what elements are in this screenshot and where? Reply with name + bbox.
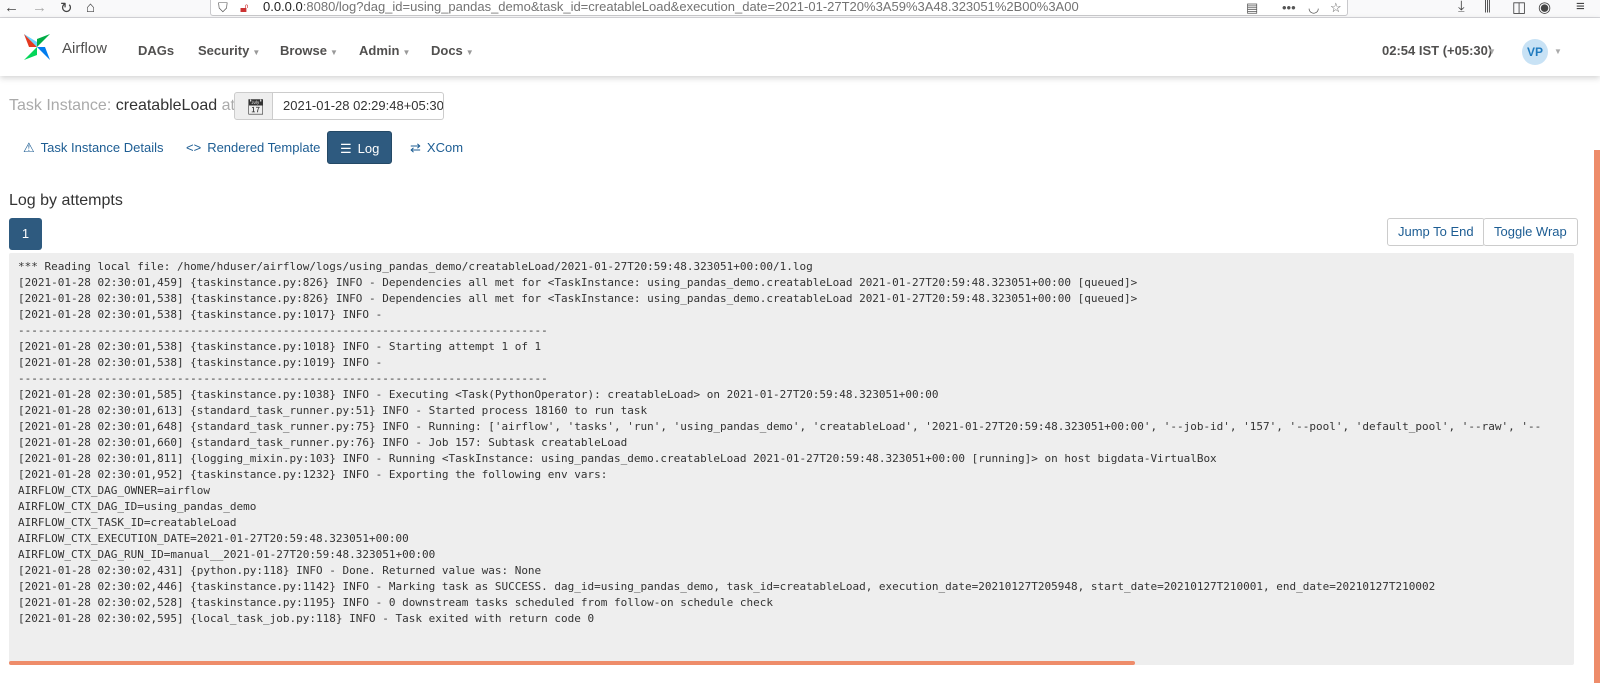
- code-icon: <>: [186, 140, 202, 155]
- chevron-down-icon: ▼: [329, 48, 338, 57]
- menu-dags-label: DAGs: [138, 43, 175, 58]
- section-title: Log by attempts: [9, 192, 123, 209]
- menu-docs[interactable]: Docs ▼: [431, 43, 474, 58]
- tab-label: XCom: [426, 140, 464, 155]
- log-line: [2021-01-28 02:30:02,446] {taskinstance.…: [18, 580, 1436, 593]
- insecure-lock-icon[interactable]: 🔓︎: [240, 0, 248, 16]
- tab-xcom[interactable]: ⇄ XCom: [410, 131, 463, 164]
- attempt-button[interactable]: 1: [9, 218, 42, 250]
- log-line: AIRFLOW_CTX_DAG_RUN_ID=manual__2021-01-2…: [18, 548, 436, 561]
- reader-view-icon[interactable]: ▤: [1246, 0, 1258, 16]
- at-label: at: [221, 97, 235, 114]
- task-id: creatableLoad: [115, 97, 218, 114]
- log-line: *** Reading local file: /home/hduser/air…: [18, 260, 813, 273]
- horizontal-scrollbar[interactable]: [9, 661, 1135, 665]
- tab-task-instance-details[interactable]: ⚠ Task Instance Details: [23, 131, 164, 164]
- pocket-icon[interactable]: ◡: [1308, 0, 1319, 16]
- log-panel[interactable]: *** Reading local file: /home/hduser/air…: [9, 253, 1574, 665]
- tab-log[interactable]: ☰ Log: [327, 131, 393, 164]
- log-line: [2021-01-28 02:30:01,538] {taskinstance.…: [18, 340, 542, 353]
- menu-security-label: Security: [198, 43, 250, 58]
- downloads-icon[interactable]: ⤓: [1458, 0, 1465, 15]
- log-line: [2021-01-28 02:30:01,952] {taskinstance.…: [18, 468, 608, 481]
- back-icon[interactable]: ←: [4, 0, 19, 16]
- log-line: [2021-01-28 02:30:01,538] {taskinstance.…: [18, 308, 389, 321]
- log-line: [2021-01-28 02:30:01,459] {taskinstance.…: [18, 276, 1138, 289]
- brand-name[interactable]: Airflow: [62, 40, 107, 57]
- log-line: AIRFLOW_CTX_EXECUTION_DATE=2021-01-27T20…: [18, 532, 409, 545]
- tab-label: Rendered Template: [207, 140, 321, 155]
- hamburger-menu-icon[interactable]: ≡: [1576, 0, 1585, 15]
- jump-to-end-button[interactable]: Jump To End: [1387, 218, 1485, 246]
- menu-browse[interactable]: Browse ▼: [280, 43, 338, 58]
- address-bar[interactable]: 0.0.0.0:8080/log?dag_id=using_pandas_dem…: [210, 0, 1348, 16]
- task-instance-label: Task Instance:: [9, 97, 112, 114]
- log-line: [2021-01-28 02:30:01,660] {standard_task…: [18, 436, 628, 449]
- log-line: AIRFLOW_CTX_DAG_ID=using_pandas_demo: [18, 500, 257, 513]
- log-line: ----------------------------------------…: [18, 372, 548, 385]
- log-line: [2021-01-28 02:30:01,613] {standard_task…: [18, 404, 648, 417]
- log-line: [2021-01-28 02:30:01,648] {standard_task…: [18, 420, 1542, 433]
- log-line: [2021-01-28 02:30:02,595] {local_task_jo…: [18, 612, 595, 625]
- page-title: Task Instance: creatableLoad at: [9, 97, 235, 115]
- menu-docs-label: Docs: [431, 43, 463, 58]
- log-line: ----------------------------------------…: [18, 324, 548, 337]
- page-actions-icon[interactable]: •••: [1282, 0, 1296, 15]
- chevron-down-icon: ▼: [1554, 47, 1562, 56]
- airflow-logo-icon[interactable]: [20, 30, 54, 64]
- log-line: [2021-01-28 02:30:01,538] {taskinstance.…: [18, 356, 389, 369]
- menu-security[interactable]: Security ▼: [198, 43, 260, 58]
- timezone-clock[interactable]: 02:54 IST (+05:30): [1382, 43, 1492, 58]
- page-scrollbar[interactable]: [1594, 150, 1600, 683]
- shield-icon[interactable]: ⛉: [218, 0, 228, 16]
- menu-admin-label: Admin: [359, 43, 400, 58]
- chevron-down-icon: ▼: [252, 48, 261, 57]
- url-path: :8080/log?dag_id=using_pandas_demo&task_…: [302, 0, 1079, 14]
- browser-toolbar: ← → ↻ ⌂ 0.0.0.0:8080/log?dag_id=using_pa…: [0, 0, 1600, 18]
- log-line: [2021-01-28 02:30:01,811] {logging_mixin…: [18, 452, 1217, 465]
- calendar-icon: 📅︎: [246, 99, 266, 116]
- log-line: [2021-01-28 02:30:01,585] {taskinstance.…: [18, 388, 939, 401]
- bookmark-star-icon[interactable]: ☆: [1330, 0, 1342, 16]
- chevron-down-icon: ▼: [1488, 47, 1496, 56]
- airflow-navbar: Airflow DAGs Security ▼ Browse ▼ Admin ▼ Do…: [0, 18, 1600, 76]
- log-content: *** Reading local file: /home/hduser/air…: [9, 253, 1574, 627]
- library-icon[interactable]: ⫼: [1484, 0, 1491, 15]
- reload-icon[interactable]: ↻: [60, 0, 73, 17]
- log-line: [2021-01-28 02:30:01,538] {taskinstance.…: [18, 292, 1138, 305]
- account-icon[interactable]: ◉: [1538, 0, 1551, 16]
- menu-admin[interactable]: Admin ▼: [359, 43, 410, 58]
- forward-icon[interactable]: →: [32, 0, 47, 16]
- toggle-wrap-button[interactable]: Toggle Wrap: [1483, 218, 1578, 246]
- home-icon[interactable]: ⌂: [86, 0, 95, 16]
- log-line: AIRFLOW_CTX_DAG_OWNER=airflow: [18, 484, 211, 497]
- chevron-down-icon: ▼: [465, 48, 474, 57]
- menu-browse-label: Browse: [280, 43, 327, 58]
- user-avatar[interactable]: VP: [1522, 39, 1548, 65]
- list-icon: ☰: [340, 141, 352, 156]
- menu-dags[interactable]: DAGs: [138, 43, 174, 58]
- exchange-icon: ⇄: [410, 140, 421, 155]
- log-line: AIRFLOW_CTX_TASK_ID=creatableLoad: [18, 516, 237, 529]
- tab-rendered-template[interactable]: <> Rendered Template: [186, 131, 320, 164]
- execution-date-input[interactable]: 2021-01-28 02:29:48+05:30: [273, 92, 444, 120]
- url-host: 0.0.0.0: [263, 0, 303, 14]
- log-line: [2021-01-28 02:30:02,431] {python.py:118…: [18, 564, 542, 577]
- tab-label: Task Instance Details: [40, 140, 164, 155]
- chevron-down-icon: ▼: [402, 48, 411, 57]
- tab-label: Log: [357, 141, 380, 156]
- calendar-button[interactable]: 📅︎: [234, 92, 273, 120]
- log-line: [2021-01-28 02:30:02,528] {taskinstance.…: [18, 596, 773, 609]
- sidebar-icon[interactable]: ◫: [1512, 0, 1526, 16]
- warning-icon: ⚠: [23, 140, 35, 155]
